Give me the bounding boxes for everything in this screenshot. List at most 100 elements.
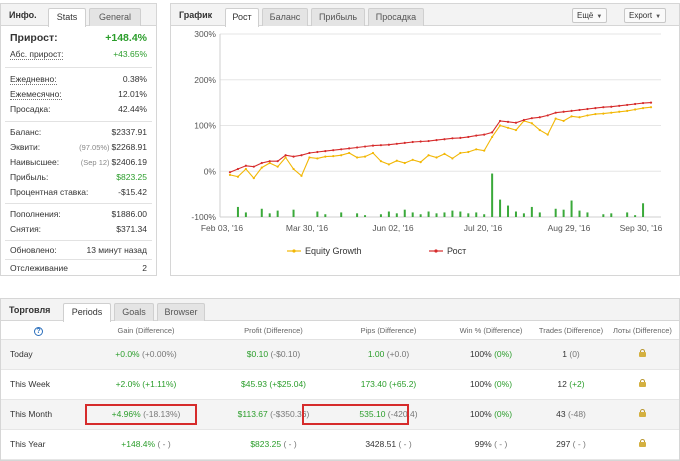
periods-table: ? Gain (Difference) Profit (Difference) …	[1, 323, 679, 460]
growth-chart: 300% 200% 100% 0% -100%Feb 03, '16 Mar 30, '1…	[191, 29, 662, 256]
pips-value: 1.00	[367, 349, 385, 359]
x-tick-label: Feb 03, '16	[201, 223, 244, 233]
equity-growth-line-point	[292, 167, 295, 171]
export-dropdown-label: Export	[629, 11, 653, 20]
legend-label-growth: Рост	[447, 246, 466, 256]
trades-value: 43	[556, 409, 566, 419]
volume-bar	[610, 213, 613, 217]
volume-bar	[530, 206, 533, 217]
y-tick-label: 300%	[194, 29, 216, 39]
equity-growth-line-point	[586, 114, 589, 117]
equity-growth-line-point	[498, 124, 502, 127]
equity-growth-line-point	[514, 128, 518, 132]
tab-profit[interactable]: Прибыль	[311, 8, 365, 26]
table-header-row: ? Gain (Difference) Profit (Difference) …	[1, 323, 679, 340]
highest-label: Наивысшее:	[10, 157, 60, 167]
tab-periods[interactable]: Periods	[63, 303, 111, 322]
growth-line-point	[332, 149, 335, 152]
gain-cell: +148.4% ( - )	[76, 429, 216, 460]
profit-label: Прибыль:	[10, 172, 49, 182]
profit-cell: $0.10 (-$0.10)	[216, 339, 331, 370]
divider	[5, 67, 152, 68]
lock-icon[interactable]	[639, 349, 646, 357]
equity-row: Эквити: (97.05%) $2268.91	[10, 142, 147, 154]
equity-growth-line-point	[395, 159, 398, 162]
equity-growth-line-point	[459, 151, 462, 155]
equity-growth-line-point	[554, 117, 557, 120]
info-panel-header: Инфо. Stats General	[1, 4, 156, 27]
equity-growth-line-point	[284, 156, 287, 159]
more-dropdown[interactable]: Ещё ▼	[572, 8, 608, 23]
growth-line-point	[435, 139, 438, 142]
gain-diff: ( - )	[157, 439, 171, 449]
interest-value: -$15.42	[118, 187, 147, 197]
equity-growth-line-point	[348, 151, 351, 155]
tab-browser[interactable]: Browser	[157, 303, 205, 321]
volume-bar	[379, 214, 382, 217]
tab-growth[interactable]: Рост	[225, 8, 259, 27]
equity-growth-line-point	[324, 155, 327, 158]
win-value: 100%	[469, 409, 492, 419]
equity-growth-line-point	[435, 156, 438, 159]
tab-stats[interactable]: Stats	[48, 8, 86, 27]
info-panel-title: Инфо.	[9, 10, 37, 20]
y-tick-label: 0%	[204, 166, 217, 176]
growth-row: Прирост: +148.4%	[10, 32, 147, 46]
trades-value: 1	[562, 349, 567, 359]
x-tick-label: Aug 29, '16	[548, 223, 591, 233]
volume-bar	[411, 212, 414, 217]
growth-line-point	[649, 101, 653, 104]
help-icon[interactable]: ?	[34, 326, 43, 336]
highest-value-wrap: (Sep 12) $2406.19	[81, 157, 147, 167]
export-dropdown[interactable]: Export ▼	[624, 8, 667, 23]
growth-line-point	[578, 108, 581, 112]
growth-line-point	[570, 109, 573, 112]
monthly-label[interactable]: Ежемесячно:	[10, 89, 62, 100]
x-tick-label: Mar 30, '16	[286, 223, 329, 233]
volume-bar	[356, 213, 359, 217]
growth-line-point	[443, 138, 446, 141]
lock-icon[interactable]	[639, 409, 646, 417]
tab-drawdown[interactable]: Просадка	[368, 8, 424, 26]
daily-label[interactable]: Ежедневно:	[10, 74, 57, 85]
period-name: This Week	[1, 369, 76, 400]
growth-line-point	[586, 107, 589, 111]
abs-growth-value: +43.65%	[113, 49, 147, 59]
growth-line-point	[228, 171, 232, 174]
growth-line-point	[594, 107, 597, 110]
lock-icon[interactable]	[639, 379, 646, 387]
lock-icon[interactable]	[639, 439, 646, 447]
legend-label-equity: Equity Growth	[305, 246, 362, 256]
volume-bar	[483, 214, 486, 217]
growth-line-point	[618, 104, 621, 107]
volume-bar	[570, 200, 573, 217]
trades-value: 12	[557, 379, 567, 389]
win-value: 100%	[469, 379, 492, 389]
growth-line-point	[602, 106, 605, 109]
profit-diff: (-$0.10)	[270, 349, 301, 359]
growth-line-point	[626, 103, 629, 107]
growth-line-point	[451, 137, 454, 140]
divider	[5, 259, 152, 260]
volume-bar	[316, 211, 319, 217]
abs-growth-label[interactable]: Абс. прирост:	[10, 49, 64, 60]
tracking-value: 2	[142, 263, 147, 273]
volume-bar	[276, 210, 279, 217]
legend-marker-growth	[434, 249, 438, 253]
growth-line-point	[300, 154, 303, 157]
trading-panel: Торговля Periods Goals Browser ? Gain (D…	[0, 298, 680, 461]
pips-diff: (+65.2)	[389, 379, 417, 389]
chevron-down-icon: ▼	[596, 14, 603, 20]
table-row: This Week +2.0% (+1.11%) $45.93 (+$25.04…	[1, 369, 679, 400]
growth-line-point	[546, 114, 549, 117]
daily-row: Ежедневно: 0.38%	[10, 74, 147, 86]
equity-growth-line-point	[475, 148, 478, 151]
balance-row: Баланс: $2337.91	[10, 127, 147, 139]
updated-value: 13 минут назад	[86, 245, 147, 255]
trades-cell: 297 ( - )	[536, 429, 606, 460]
volume-bar	[459, 211, 462, 217]
tab-general[interactable]: General	[89, 8, 141, 26]
tab-balance[interactable]: Баланс	[262, 8, 308, 26]
tab-goals[interactable]: Goals	[114, 303, 154, 321]
trades-cell: 12 (+2)	[536, 369, 606, 400]
